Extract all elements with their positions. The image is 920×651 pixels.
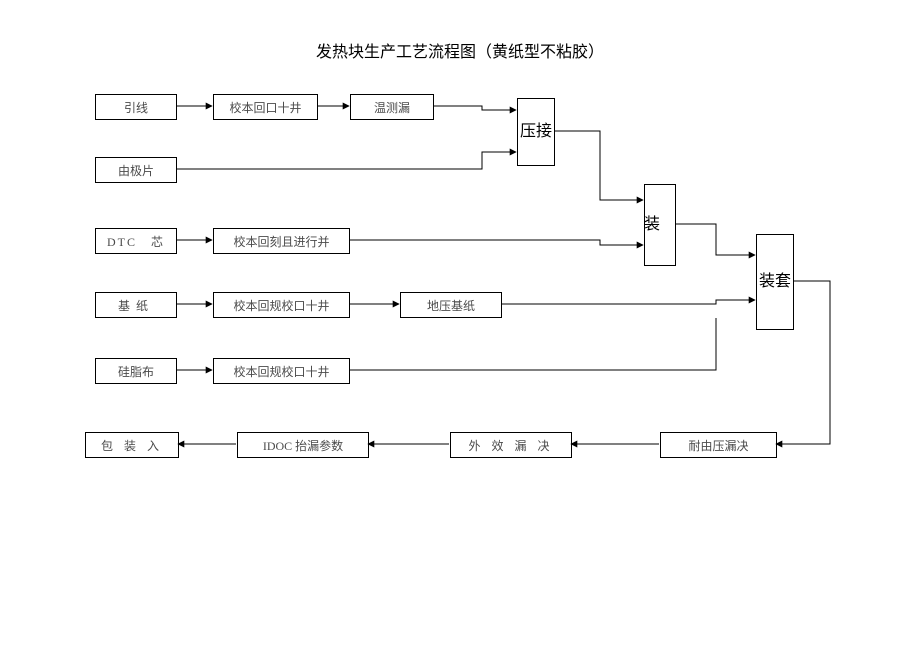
flow-arrows [0,0,920,651]
